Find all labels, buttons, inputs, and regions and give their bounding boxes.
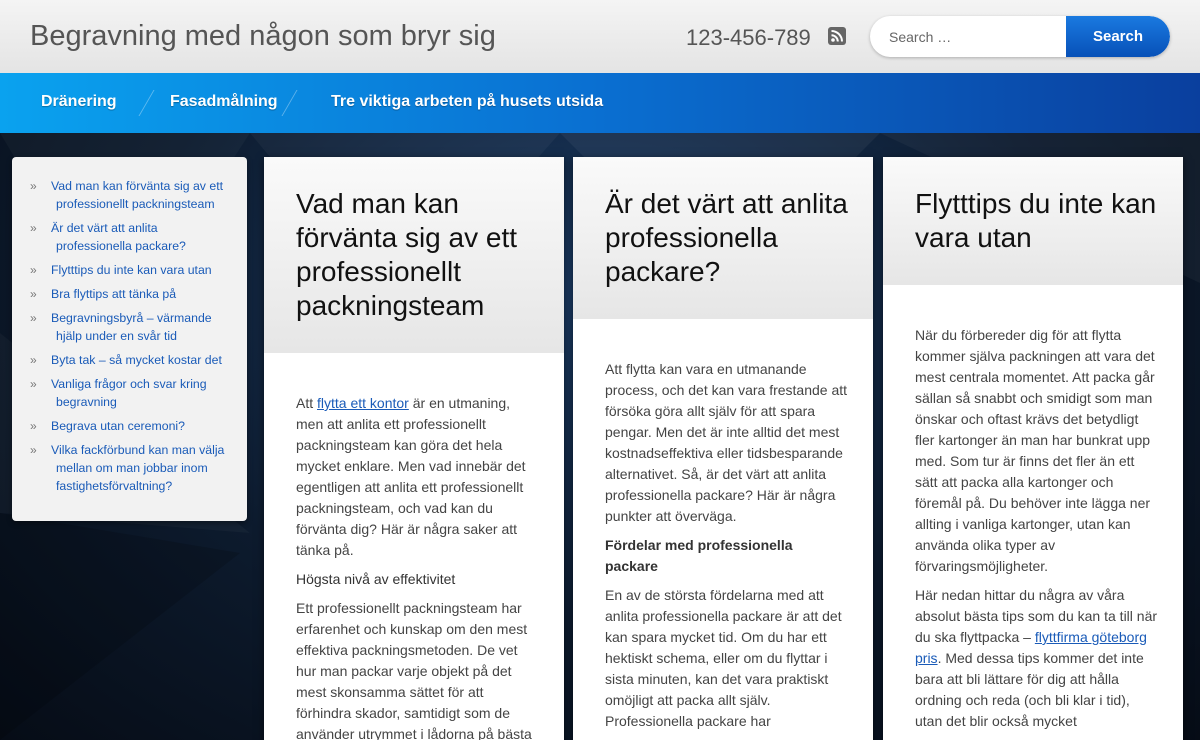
nav-item-fasadmalning[interactable]: Fasadmålning [170, 93, 278, 111]
article-body: När du förbereder dig för att flytta kom… [883, 285, 1183, 732]
sidebar-link-line: Flytttips du inte kan vara utan [51, 263, 212, 277]
article-card: Vad man kan förvänta sig av ett professi… [264, 157, 564, 740]
sidebar-link-line: fastighetsförvaltning? [56, 479, 173, 493]
article-card: Flytttips du inte kan vara utan När du f… [883, 157, 1183, 740]
sidebar-link[interactable]: » Begrava utan ceremoni? [30, 417, 229, 435]
text: är en utmaning, men att anlita ett profe… [296, 395, 526, 558]
nav-item-dranering[interactable]: Dränering [41, 93, 117, 111]
article-title[interactable]: Vad man kan förvänta sig av ett professi… [296, 187, 544, 323]
article-header: Vad man kan förvänta sig av ett professi… [264, 157, 564, 353]
sidebar-link-line: professionella packare? [56, 239, 186, 253]
article-header: Flytttips du inte kan vara utan [883, 157, 1183, 285]
chevron-right-icon: » [30, 221, 37, 235]
main-navigation: Dränering Fasadmålning Tre viktiga arbet… [0, 73, 1200, 133]
chevron-right-icon: » [30, 311, 37, 325]
sidebar-link-line: Byta tak – så mycket kostar det [51, 353, 222, 367]
sidebar-link-line: Vanliga frågor och svar kring [51, 377, 207, 391]
sidebar-link-line: Vilka fackförbund kan man välja [51, 443, 225, 457]
article-paragraph: En av de största fördelarna med att anli… [605, 587, 842, 729]
search-input[interactable] [870, 16, 1066, 57]
chevron-right-icon: » [30, 443, 37, 457]
chevron-right-icon: » [30, 377, 37, 391]
article-card: Är det värt att anlita professionella pa… [573, 157, 873, 740]
sidebar-link[interactable]: » Byta tak – så mycket kostar det [30, 351, 229, 369]
sidebar-link[interactable]: » Begravningsbyrå – värmande hjälp under… [30, 309, 229, 345]
sidebar-link-line: Vad man kan förvänta sig av ett [51, 179, 224, 193]
site-header: Begravning med någon som bryr sig 123-45… [0, 0, 1200, 73]
sidebar-link[interactable]: » Flytttips du inte kan vara utan [30, 261, 229, 279]
sidebar-link[interactable]: » Vilka fackförbund kan man välja mellan… [30, 441, 229, 495]
sidebar-link-line: Bra flyttips att tänka på [51, 287, 177, 301]
rss-icon[interactable] [828, 27, 846, 45]
article-paragraph: När du förbereder dig för att flytta kom… [915, 327, 1155, 574]
article-subheading: Fördelar med professionella packare [605, 537, 793, 574]
article-body: Att flytta kan vara en utmanande process… [573, 319, 873, 732]
chevron-right-icon: » [30, 353, 37, 367]
sidebar-link-line: Begravningsbyrå – värmande [51, 311, 212, 325]
article-title[interactable]: Är det värt att anlita professionella pa… [605, 187, 853, 289]
chevron-right-icon: » [30, 419, 37, 433]
sidebar-link[interactable]: » Vanliga frågor och svar kring begravni… [30, 375, 229, 411]
nav-separator [281, 90, 298, 116]
search-form: Search [870, 16, 1170, 57]
sidebar-link[interactable]: » Är det värt att anlita professionella … [30, 219, 229, 255]
chevron-right-icon: » [30, 287, 37, 301]
article-paragraph: Att flytta ett kontor är en utmaning, me… [296, 393, 540, 561]
sidebar-recent-posts: » Vad man kan förvänta sig av ett profes… [12, 157, 247, 521]
search-button[interactable]: Search [1066, 16, 1170, 57]
phone-number: 123-456-789 [686, 25, 811, 50]
article-paragraph: Ett professionellt packningsteam har erf… [296, 600, 532, 740]
nav-separator [138, 90, 155, 116]
nav-item-tre-viktiga-arbeten[interactable]: Tre viktiga arbeten på husets utsida [331, 93, 603, 111]
sidebar-link-line: hjälp under en svår tid [56, 329, 177, 343]
sidebar-link-line: mellan om man jobbar inom [56, 461, 208, 475]
sidebar-link-line: Begrava utan ceremoni? [51, 419, 185, 433]
site-title[interactable]: Begravning med någon som bryr sig [30, 20, 496, 53]
article-subheading: Högsta nivå av effektivitet [296, 571, 456, 587]
article-paragraph: Att flytta kan vara en utmanande process… [605, 361, 848, 524]
chevron-right-icon: » [30, 263, 37, 277]
chevron-right-icon: » [30, 179, 37, 193]
sidebar-link-line: begravning [56, 395, 117, 409]
article-title[interactable]: Flytttips du inte kan vara utan [915, 187, 1163, 255]
text: Att [296, 395, 318, 411]
sidebar-link[interactable]: » Vad man kan förvänta sig av ett profes… [30, 177, 229, 213]
article-header: Är det värt att anlita professionella pa… [573, 157, 873, 319]
sidebar-link-line: Är det värt att anlita [51, 221, 158, 235]
sidebar-link[interactable]: » Bra flyttips att tänka på [30, 285, 229, 303]
article-body: Att flytta ett kontor är en utmaning, me… [264, 353, 564, 740]
sidebar-link-line: professionellt packningsteam [56, 197, 215, 211]
text: . Med dessa tips kommer det inte bara at… [915, 650, 1144, 729]
article-link[interactable]: flytta ett kontor [317, 395, 409, 411]
article-paragraph: Här nedan hittar du några av våra absolu… [915, 585, 1159, 732]
